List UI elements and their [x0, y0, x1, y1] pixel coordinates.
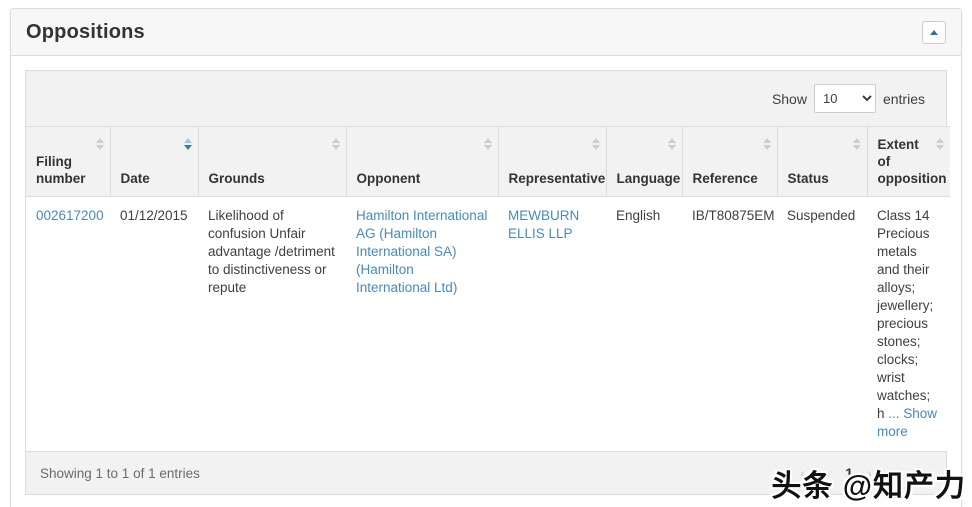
- sort-icon: [936, 138, 944, 150]
- collapse-panel-button[interactable]: [922, 21, 946, 44]
- cell-grounds: Likelihood of confusion Unfair advantage…: [198, 197, 346, 452]
- cell-reference: IB/T80875EM: [682, 197, 777, 452]
- sort-icon: [592, 138, 600, 150]
- column-header-filing-number[interactable]: Filing number: [26, 127, 110, 197]
- column-header-opponent[interactable]: Opponent: [346, 127, 498, 197]
- cell-language: English: [606, 197, 682, 452]
- cell-date: 01/12/2015: [110, 197, 198, 452]
- oppositions-table: Filing number Date Grounds Opponent: [26, 126, 950, 451]
- table-header-row: Filing number Date Grounds Opponent: [26, 127, 950, 197]
- extent-text: Class 14 Precious metals and their alloy…: [877, 208, 933, 421]
- watermark: 头条 @知产力: [771, 461, 966, 505]
- column-header-grounds[interactable]: Grounds: [198, 127, 346, 197]
- sort-icon: [668, 138, 676, 150]
- chevron-up-icon: [930, 30, 938, 35]
- oppositions-table-widget: Show 10 entries Filing number: [25, 70, 947, 495]
- representative-link[interactable]: MEWBURN ELLIS LLP: [508, 208, 579, 241]
- oppositions-panel: Oppositions Show 10 entries: [10, 8, 962, 507]
- sort-icon: [96, 138, 104, 150]
- show-label: Show: [772, 91, 807, 107]
- cell-representative: MEWBURN ELLIS LLP: [498, 197, 606, 452]
- sort-desc-icon: [184, 138, 192, 150]
- filing-number-link[interactable]: 002617200: [36, 208, 104, 223]
- sort-icon: [853, 138, 861, 150]
- table-row: 002617200 01/12/2015 Likelihood of confu…: [26, 197, 950, 452]
- panel-header: Oppositions: [11, 9, 961, 56]
- panel-body: Show 10 entries Filing number: [11, 56, 961, 507]
- cell-filing-number: 002617200: [26, 197, 110, 452]
- showing-entries-text: Showing 1 to 1 of 1 entries: [40, 466, 200, 481]
- table-toolbar: Show 10 entries: [26, 71, 946, 126]
- opponent-link[interactable]: Hamilton International AG (Hamilton Inte…: [356, 208, 487, 295]
- column-header-reference[interactable]: Reference: [682, 127, 777, 197]
- cell-extent-of-opposition: Class 14 Precious metals and their alloy…: [867, 197, 950, 452]
- sort-icon: [763, 138, 771, 150]
- page-size-select[interactable]: 10: [814, 84, 876, 113]
- sort-icon: [332, 138, 340, 150]
- column-header-language[interactable]: Language: [606, 127, 682, 197]
- cell-opponent: Hamilton International AG (Hamilton Inte…: [346, 197, 498, 452]
- column-header-status[interactable]: Status: [777, 127, 867, 197]
- sort-icon: [484, 138, 492, 150]
- column-header-date[interactable]: Date: [110, 127, 198, 197]
- page-title: Oppositions: [26, 21, 145, 44]
- column-header-representative[interactable]: Representative: [498, 127, 606, 197]
- cell-status: Suspended: [777, 197, 867, 452]
- column-header-extent-of-opposition[interactable]: Extent of opposition: [867, 127, 950, 197]
- show-more-link[interactable]: ... Show more: [877, 406, 937, 439]
- entries-label: entries: [883, 91, 925, 107]
